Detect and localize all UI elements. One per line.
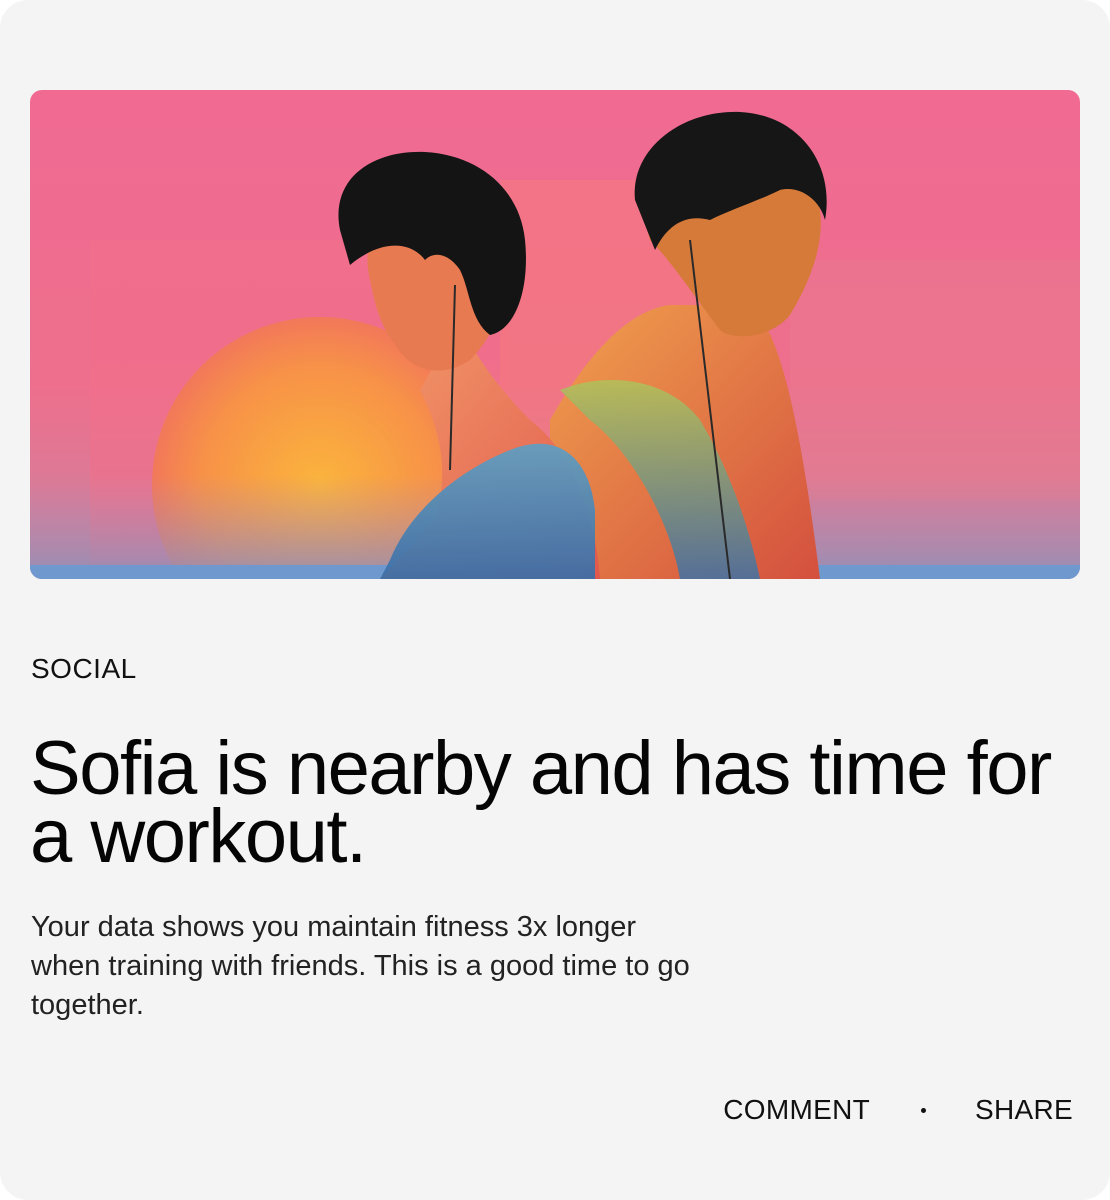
card-title: Sofia is nearby and has time for a worko… — [30, 726, 1052, 879]
hero-illustration — [30, 90, 1080, 579]
card-actions: COMMENT SHARE — [723, 1096, 1073, 1124]
insight-card: SOCIAL Sofia is nearby and has time for … — [0, 0, 1110, 1200]
separator-dot — [921, 1107, 927, 1113]
comment-button[interactable]: COMMENT — [723, 1096, 870, 1124]
hero-illustration-svg — [30, 90, 1080, 579]
category-label: SOCIAL — [31, 653, 137, 684]
card-description: Your data shows you maintain fitness 3x … — [31, 911, 690, 1021]
share-button[interactable]: SHARE — [975, 1096, 1073, 1124]
